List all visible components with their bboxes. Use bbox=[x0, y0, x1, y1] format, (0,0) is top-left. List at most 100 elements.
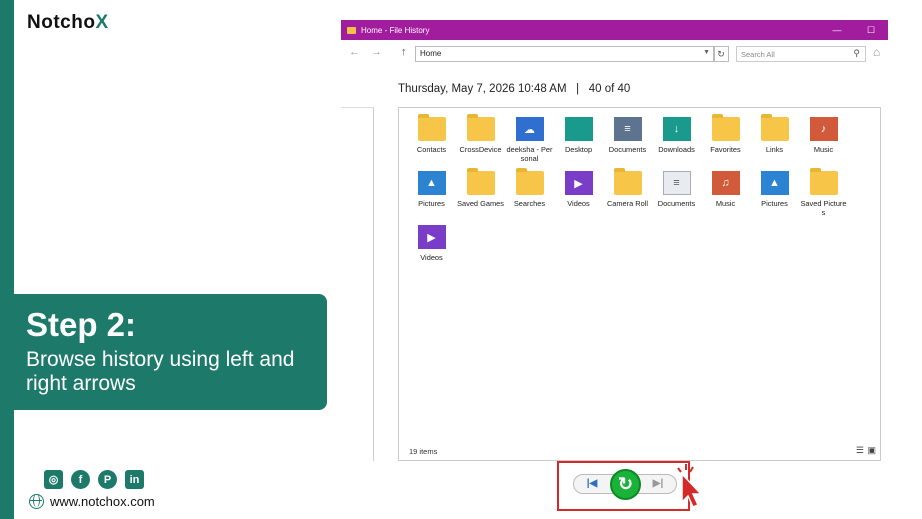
step-title: Step 2: bbox=[26, 306, 137, 343]
video-file-icon: ▶ bbox=[417, 225, 446, 249]
music-file-icon: ♫ bbox=[711, 171, 740, 195]
file-item-label: Favorites bbox=[710, 145, 741, 154]
file-item-label: deeksha - Personal bbox=[506, 145, 553, 163]
maximize-button[interactable]: ☐ bbox=[854, 25, 888, 36]
file-item[interactable]: Desktop bbox=[554, 117, 603, 163]
search-icon[interactable]: ⚲ bbox=[853, 48, 860, 59]
previous-version-button[interactable]: |◀ bbox=[578, 476, 606, 492]
file-item[interactable]: ↓ Downloads bbox=[652, 117, 701, 163]
next-version-button[interactable]: ▶| bbox=[644, 476, 672, 492]
minimize-button[interactable]: — bbox=[820, 25, 854, 35]
title-bar: Home - File History — ☐ bbox=[341, 20, 888, 40]
back-arrow-icon[interactable]: ← bbox=[349, 46, 360, 58]
file-item[interactable]: ☁ deeksha - Personal bbox=[505, 117, 554, 163]
file-item-label: Saved Games bbox=[457, 199, 504, 208]
file-icon bbox=[809, 168, 838, 195]
file-item-label: Videos bbox=[420, 253, 443, 262]
file-item[interactable]: Saved Games bbox=[456, 168, 505, 217]
window-title: Home - File History bbox=[361, 25, 430, 35]
file-history-window: Home - File History — ☐ ← → ↑ Home ▼ ↻ S… bbox=[341, 20, 888, 461]
forward-arrow-icon[interactable]: → bbox=[371, 46, 382, 58]
videos-icon: ▶ bbox=[564, 171, 593, 195]
file-item[interactable]: ♫ Music bbox=[701, 171, 750, 217]
tutorial-slide: NotchoX Step 2: Browse history using lef… bbox=[0, 0, 922, 519]
file-item[interactable]: ▲ Pictures bbox=[750, 171, 799, 217]
file-item-label: Documents bbox=[608, 145, 647, 154]
file-item[interactable]: ≡ Documents bbox=[652, 171, 701, 217]
folder-icon bbox=[417, 114, 446, 141]
file-item-label: Contacts bbox=[416, 145, 447, 154]
file-item-label: Links bbox=[765, 145, 784, 154]
document-file-icon: ≡ bbox=[662, 171, 691, 195]
instagram-icon[interactable]: ◎ bbox=[44, 470, 63, 489]
folder-icon bbox=[466, 168, 495, 195]
file-item-label: Searches bbox=[513, 199, 546, 208]
file-item[interactable]: Camera Roll bbox=[603, 168, 652, 217]
file-item-label: Music bbox=[813, 145, 834, 154]
up-arrow-icon[interactable]: ↑ bbox=[401, 46, 407, 58]
music-folder-icon: ♪ bbox=[809, 117, 838, 141]
pictures-icon: ▲ bbox=[417, 171, 446, 195]
file-item-label: Documents bbox=[657, 199, 696, 208]
items-grid: Contacts CrossDevice ☁ deeksha - Personal De… bbox=[407, 114, 848, 262]
folder-icon bbox=[347, 26, 356, 34]
file-item-label: Downloads bbox=[658, 145, 695, 154]
search-placeholder: Search All bbox=[741, 50, 775, 59]
file-item-label: Pictures bbox=[761, 199, 788, 208]
file-item[interactable]: Contacts bbox=[407, 114, 456, 163]
address-text: Home bbox=[420, 49, 442, 58]
picture-file-icon: ▲ bbox=[760, 171, 789, 195]
file-item[interactable]: ▶ Videos bbox=[554, 171, 603, 217]
folder-icon bbox=[466, 114, 495, 141]
large-icons-view-icon[interactable]: ▣ bbox=[867, 445, 876, 456]
globe-icon bbox=[29, 494, 44, 509]
file-item-label: CrossDevice bbox=[459, 145, 502, 154]
step-description: Browse history using left and right arro… bbox=[26, 348, 295, 395]
pinterest-icon[interactable]: P bbox=[98, 470, 117, 489]
brand-logo: NotchoX bbox=[27, 12, 109, 33]
file-item-label: Pictures bbox=[418, 199, 445, 208]
file-item-label: Saved Pictures bbox=[800, 199, 847, 217]
onedrive-icon: ☁ bbox=[515, 117, 544, 141]
social-links: ◎ f P in bbox=[44, 470, 144, 489]
step-card: Step 2: Browse history using left and ri… bbox=[14, 294, 327, 410]
file-item[interactable]: ♪ Music bbox=[799, 117, 848, 163]
file-icon bbox=[613, 168, 642, 195]
current-version-panel: Contacts CrossDevice ☁ deeksha - Personal De… bbox=[398, 107, 881, 461]
previous-version-panel[interactable] bbox=[341, 107, 374, 461]
file-item-label: Camera Roll bbox=[606, 199, 649, 208]
file-item[interactable]: Searches bbox=[505, 168, 554, 217]
downloads-icon: ↓ bbox=[662, 117, 691, 141]
navigation-bar: ← → ↑ Home ▼ ↻ Search All ⚲ ⌂ bbox=[341, 45, 888, 63]
file-item-label: Videos bbox=[567, 199, 590, 208]
item-count: 19 items bbox=[409, 447, 438, 456]
website-link[interactable]: www.notchox.com bbox=[29, 494, 155, 509]
file-item[interactable]: ▲ Pictures bbox=[407, 171, 456, 217]
restore-button[interactable]: ↻ bbox=[610, 469, 641, 500]
file-item[interactable]: ▶ Videos bbox=[407, 225, 456, 262]
file-item[interactable]: ≡ Documents bbox=[603, 117, 652, 163]
website-text: www.notchox.com bbox=[50, 494, 155, 509]
file-item-label: Music bbox=[715, 199, 736, 208]
file-item[interactable]: Favorites bbox=[701, 114, 750, 163]
facebook-icon[interactable]: f bbox=[71, 470, 90, 489]
address-bar[interactable]: Home ▼ bbox=[415, 46, 715, 62]
documents-icon: ≡ bbox=[613, 117, 642, 141]
linkedin-icon[interactable]: in bbox=[125, 470, 144, 489]
chevron-down-icon[interactable]: ▼ bbox=[703, 49, 710, 56]
file-item[interactable]: Links bbox=[750, 114, 799, 163]
accent-stripe bbox=[0, 0, 14, 519]
desktop-icon bbox=[564, 117, 593, 141]
home-icon[interactable]: ⌂ bbox=[873, 45, 880, 59]
details-view-icon[interactable]: ☰ bbox=[856, 445, 864, 456]
backup-date: Thursday, May 7, 2026 10:48 AM | 40 of 4… bbox=[398, 83, 631, 95]
search-input[interactable]: Search All ⚲ bbox=[736, 46, 866, 62]
file-item[interactable]: CrossDevice bbox=[456, 114, 505, 163]
cursor-click-icon bbox=[677, 464, 703, 508]
folder-icon bbox=[515, 168, 544, 195]
folder-icon bbox=[760, 114, 789, 141]
folder-icon bbox=[711, 114, 740, 141]
file-item[interactable]: Saved Pictures bbox=[799, 168, 848, 217]
refresh-button[interactable]: ↻ bbox=[713, 46, 729, 62]
file-item-label: Desktop bbox=[564, 145, 593, 154]
